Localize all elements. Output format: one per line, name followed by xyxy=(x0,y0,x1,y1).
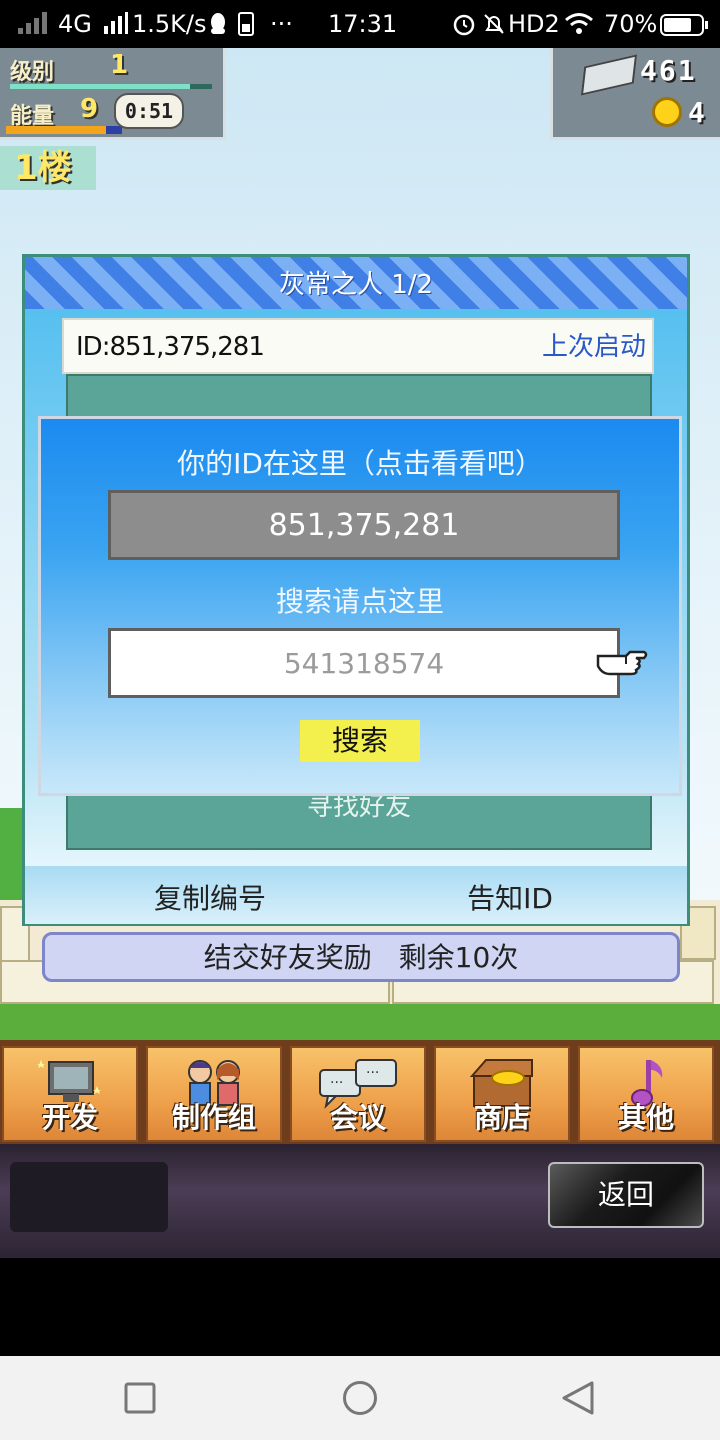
search-hint: 搜索请点这里 xyxy=(275,585,444,618)
alarm-icon xyxy=(453,14,475,36)
signal-strength-icon xyxy=(104,12,128,34)
level-label: 级别 xyxy=(10,60,55,85)
search-button[interactable]: 搜索 xyxy=(300,720,420,762)
more-dots: ··· xyxy=(270,10,293,38)
mute-bell-icon xyxy=(484,14,504,34)
square-icon[interactable] xyxy=(124,1382,156,1414)
popup-title: 你的ID在这里（点击看看吧） xyxy=(177,447,543,480)
level-progress-fill xyxy=(10,84,190,89)
coin-icon xyxy=(652,97,682,127)
wifi-icon xyxy=(565,13,593,34)
player-id-label: ID:851,375,281 xyxy=(76,332,265,362)
battery-icon xyxy=(660,14,708,36)
floor-label: 1楼 xyxy=(14,148,72,188)
my-id-box[interactable]: 851,375,281 xyxy=(108,490,620,560)
menu-label: 商店 xyxy=(473,1101,530,1134)
network-speed: 1.5K/s xyxy=(132,10,207,38)
status-bar: 4G 1.5K/s ··· 17:31 HD2 70% xyxy=(0,0,720,48)
system-nav-bar xyxy=(0,1356,720,1440)
menu-label: 制作组 xyxy=(171,1101,256,1134)
letterbox xyxy=(0,1258,720,1356)
grass-ground xyxy=(0,1004,720,1040)
back-button[interactable]: 返回 xyxy=(548,1162,704,1228)
coin-value: 4 xyxy=(688,96,707,129)
menu-label: 开发 xyxy=(41,1101,98,1134)
battery-percent: 70% xyxy=(604,10,658,38)
menu-meeting[interactable]: ··· ··· 会议 xyxy=(290,1046,426,1142)
friend-reward-bar: 结交好友奖励 剩余10次 xyxy=(42,932,680,982)
last-start-label: 上次启动 xyxy=(541,332,646,362)
qq-icon xyxy=(211,13,225,34)
energy-timer: 0:51 xyxy=(114,93,184,129)
level-value: 1 xyxy=(110,50,129,80)
menu-other[interactable]: 其他 xyxy=(578,1046,714,1142)
svg-text:···: ··· xyxy=(366,1065,379,1081)
copy-id-button[interactable]: 复制编号 xyxy=(130,872,290,924)
menu-team[interactable]: 制作组 xyxy=(146,1046,282,1142)
energy-value: 9 xyxy=(80,94,99,124)
menu-label: 会议 xyxy=(329,1101,386,1134)
pointing-hand-icon xyxy=(596,650,648,676)
energy-fill xyxy=(6,126,106,134)
hd-indicator: HD2 xyxy=(508,10,560,38)
clock: 17:31 xyxy=(328,10,398,38)
triangle-back-icon[interactable] xyxy=(560,1380,596,1416)
signal-icon xyxy=(18,12,47,34)
empty-slot xyxy=(10,1162,168,1232)
network-type: 4G xyxy=(58,10,92,38)
search-id-input[interactable] xyxy=(108,628,620,698)
circle-icon[interactable] xyxy=(342,1380,378,1416)
sim-icon xyxy=(238,12,254,36)
menu-label: 其他 xyxy=(617,1101,674,1134)
friend-dialog-title: 灰常之人 1/2 xyxy=(278,270,434,300)
menu-shop[interactable]: 商店 xyxy=(434,1046,570,1142)
share-id-button[interactable]: 告知ID xyxy=(430,872,590,924)
svg-text:···: ··· xyxy=(330,1075,343,1091)
menu-develop[interactable]: 开发 xyxy=(2,1046,138,1142)
money-value: 461 xyxy=(640,54,697,87)
